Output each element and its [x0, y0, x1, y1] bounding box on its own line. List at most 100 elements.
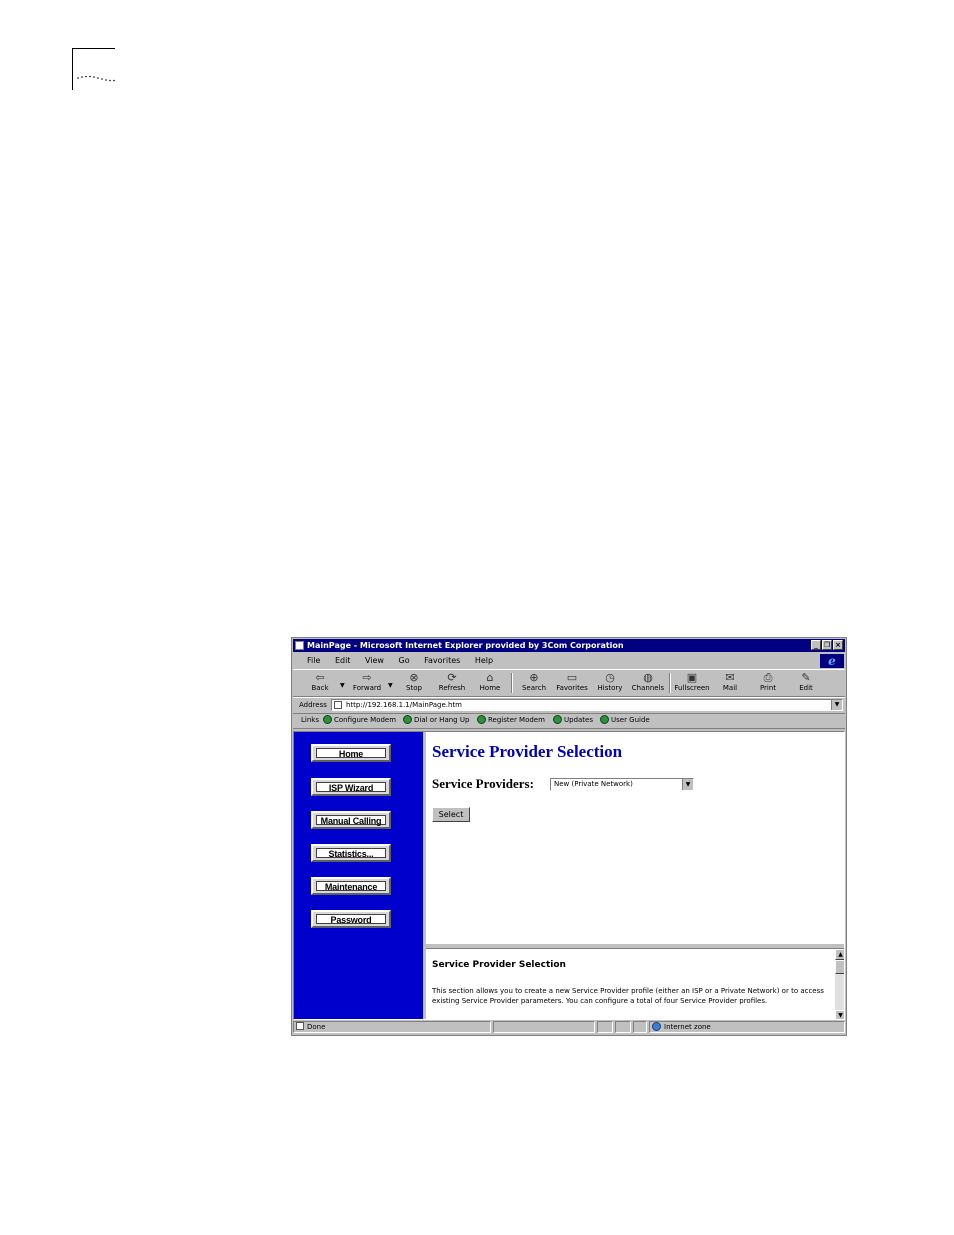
links-bar: Links Configure Modem Dial or Hang Up Re… — [293, 713, 845, 729]
nav-frame: Home ISP Wizard Manual Calling Statistic… — [294, 732, 426, 1019]
forward-button[interactable]: ⇨ Forward — [348, 672, 386, 693]
menu-help[interactable]: Help — [475, 653, 493, 668]
status-text-cell: Done — [293, 1021, 491, 1033]
search-button[interactable]: ⊕ Search — [515, 672, 553, 693]
nav-manual-calling-button[interactable]: Manual Calling — [311, 811, 391, 829]
toolbar: ⇦ Back ▼ ⇨ Forward ▼ ⊗ Stop ⟳ Refresh ⌂ … — [293, 669, 845, 697]
menu-go[interactable]: Go — [399, 653, 410, 668]
minimize-button[interactable]: _ — [811, 640, 821, 650]
link-icon — [403, 715, 412, 724]
menu-bar: File Edit View Go Favorites Help e — [293, 653, 845, 668]
service-providers-label: Service Providers: — [432, 776, 534, 791]
stop-button[interactable]: ⊗ Stop — [395, 672, 433, 693]
address-url: http://192.168.1.1/MainPage.htm — [346, 701, 462, 709]
toolbar-separator — [511, 673, 513, 693]
link-register-modem[interactable]: Register Modem — [477, 713, 545, 728]
channels-icon: ◍ — [643, 671, 653, 684]
page-viewport: Home ISP Wizard Manual Calling Statistic… — [293, 731, 845, 1020]
page-title: Service Provider Selection — [432, 742, 623, 761]
link-user-guide[interactable]: User Guide — [600, 713, 650, 728]
menu-favorites[interactable]: Favorites — [424, 653, 460, 668]
close-button[interactable]: × — [833, 640, 843, 650]
page-icon — [296, 1022, 304, 1030]
toolbar-separator — [669, 673, 671, 693]
back-arrow-icon: ⇦ — [315, 671, 325, 684]
scroll-up-icon[interactable]: ▲ — [835, 949, 844, 960]
ie-logo-icon: e — [820, 654, 844, 668]
menu-edit[interactable]: Edit — [335, 653, 351, 668]
back-dropdown-icon[interactable]: ▼ — [340, 682, 345, 689]
globe-icon — [652, 1022, 661, 1031]
favorites-icon: ▭ — [566, 671, 578, 684]
home-icon: ⌂ — [486, 671, 494, 684]
main-frame: Service Provider Selection Service Provi… — [426, 732, 844, 944]
back-button[interactable]: ⇦ Back — [301, 672, 339, 693]
help-frame: Service Provider Selection This section … — [426, 948, 844, 1019]
fullscreen-button[interactable]: ▣ Fullscreen — [673, 672, 711, 693]
refresh-icon: ⟳ — [447, 671, 457, 684]
fullscreen-icon: ▣ — [686, 671, 698, 684]
status-progress-cell — [493, 1021, 595, 1033]
nav-isp-wizard-button[interactable]: ISP Wizard — [311, 778, 391, 796]
help-scrollbar[interactable]: ▲ ▼ — [835, 949, 844, 1019]
page-corner-dots — [77, 75, 115, 82]
title-bar: MainPage - Microsoft Internet Explorer p… — [293, 639, 845, 652]
help-text: This section allows you to create a new … — [432, 987, 824, 1005]
links-label: Links — [301, 716, 319, 724]
address-label: Address — [299, 701, 327, 709]
status-cell — [615, 1021, 631, 1033]
window-icon[interactable] — [295, 641, 304, 650]
status-bar: Done Internet zone — [293, 1021, 845, 1034]
link-icon — [553, 715, 562, 724]
address-dropdown-icon[interactable]: ▼ — [831, 700, 842, 710]
refresh-button[interactable]: ⟳ Refresh — [433, 672, 471, 693]
page-icon — [334, 701, 342, 709]
mail-button[interactable]: ✉ Mail — [711, 672, 749, 693]
address-input[interactable]: http://192.168.1.1/MainPage.htm ▼ — [331, 699, 843, 711]
scroll-down-icon[interactable]: ▼ — [835, 1010, 844, 1019]
page-corner-mark-top — [72, 48, 115, 49]
scroll-thumb[interactable] — [835, 960, 844, 974]
favorites-button[interactable]: ▭ Favorites — [553, 672, 591, 693]
link-icon — [477, 715, 486, 724]
nav-statistics-button[interactable]: Statistics... — [311, 844, 391, 862]
nav-maintenance-button[interactable]: Maintenance — [311, 877, 391, 895]
link-icon — [323, 715, 332, 724]
browser-window: MainPage - Microsoft Internet Explorer p… — [291, 637, 847, 1036]
page-corner-mark — [72, 48, 73, 90]
status-zone-cell: Internet zone — [649, 1021, 845, 1033]
maximize-button[interactable]: ❐ — [822, 640, 832, 650]
forward-arrow-icon: ⇨ — [362, 671, 372, 684]
link-updates[interactable]: Updates — [553, 713, 593, 728]
link-icon — [600, 715, 609, 724]
forward-dropdown-icon[interactable]: ▼ — [388, 682, 393, 689]
mail-icon: ✉ — [725, 671, 735, 684]
nav-password-button[interactable]: Password — [311, 910, 391, 928]
print-icon: ⎙ — [763, 671, 773, 684]
window-title: MainPage - Microsoft Internet Explorer p… — [307, 641, 624, 650]
link-configure-modem[interactable]: Configure Modem — [323, 713, 396, 728]
service-providers-select[interactable]: New (Private Network) ▼ — [550, 778, 694, 791]
nav-home-button[interactable]: Home — [311, 744, 391, 762]
window-controls: _ ❐ × — [811, 640, 843, 650]
edit-icon: ✎ — [801, 671, 811, 684]
print-button[interactable]: ⎙ Print — [749, 672, 787, 693]
home-button[interactable]: ⌂ Home — [471, 672, 509, 693]
history-button[interactable]: ◷ History — [591, 672, 629, 693]
menu-file[interactable]: File — [307, 653, 320, 668]
service-providers-value: New (Private Network) — [554, 780, 633, 788]
menu-view[interactable]: View — [365, 653, 384, 668]
help-title: Service Provider Selection — [432, 960, 566, 970]
status-cell — [597, 1021, 613, 1033]
status-cell — [633, 1021, 647, 1033]
status-text: Done — [307, 1023, 326, 1031]
history-icon: ◷ — [605, 671, 615, 684]
channels-button[interactable]: ◍ Channels — [629, 672, 667, 693]
search-icon: ⊕ — [529, 671, 539, 684]
select-button[interactable]: Select — [432, 807, 470, 822]
chevron-down-icon[interactable]: ▼ — [682, 779, 693, 790]
link-dial-or-hang-up[interactable]: Dial or Hang Up — [403, 713, 469, 728]
address-bar: Address http://192.168.1.1/MainPage.htm … — [293, 697, 845, 714]
stop-icon: ⊗ — [409, 671, 419, 684]
edit-button[interactable]: ✎ Edit — [787, 672, 825, 693]
